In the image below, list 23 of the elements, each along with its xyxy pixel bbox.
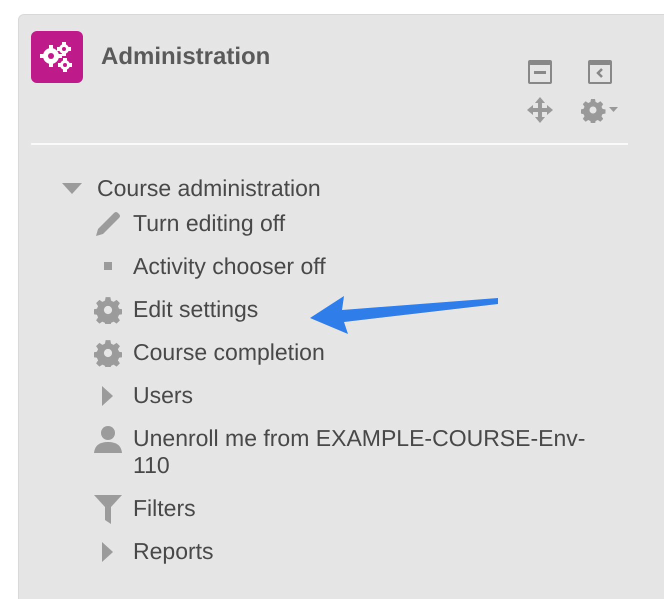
tree-item[interactable]: Edit settings: [133, 296, 258, 323]
tree-item[interactable]: Filters: [133, 495, 196, 522]
block-logo-icon: [31, 31, 83, 83]
tree-item[interactable]: Reports: [133, 538, 214, 565]
collapsed-caret-icon[interactable]: [102, 386, 114, 406]
gear-icon: [94, 296, 122, 324]
dock-icon[interactable]: [588, 60, 612, 84]
square-icon: [103, 262, 113, 272]
expanded-caret-icon[interactable]: [62, 182, 82, 194]
tree-item[interactable]: Course completion: [133, 339, 325, 366]
settings-menu-icon[interactable]: [581, 97, 619, 123]
person-icon: [93, 424, 123, 454]
move-icon[interactable]: [527, 97, 553, 123]
filter-icon: [93, 492, 123, 524]
tree-item[interactable]: Course administration: [97, 175, 321, 202]
collapsed-caret-icon[interactable]: [102, 542, 114, 562]
tree-item[interactable]: Activity chooser off: [133, 253, 326, 280]
tree-item[interactable]: Unenroll me from EXAMPLE-COURSE-Env-110: [133, 425, 617, 479]
block-title: Administration: [101, 43, 272, 71]
gear-icon: [94, 338, 122, 366]
tree-item[interactable]: Turn editing off: [133, 210, 286, 237]
minimize-icon[interactable]: [528, 60, 552, 84]
tree-item[interactable]: Users: [133, 382, 194, 409]
